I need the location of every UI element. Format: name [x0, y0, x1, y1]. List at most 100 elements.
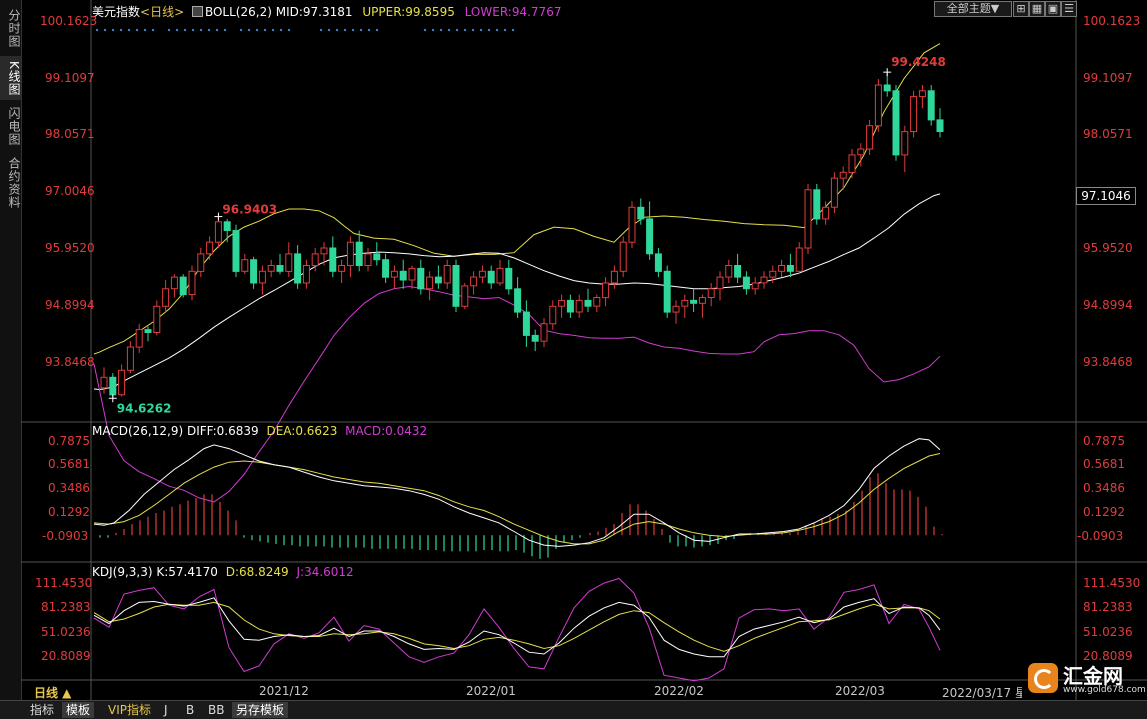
event-marker-dot [215, 28, 219, 32]
event-marker-dot [343, 28, 347, 32]
kdj-k: K:57.4170 [156, 565, 218, 579]
layout-grid-icon[interactable]: ⊞ [1013, 1, 1029, 17]
candle-body [602, 282, 610, 299]
macd-diff-line [93, 438, 941, 547]
event-marker-dot [119, 28, 123, 32]
event-marker-dot [479, 28, 483, 32]
price-label-right: 100.1623 [1083, 14, 1141, 28]
event-marker-dot [287, 28, 291, 32]
candle-body [584, 299, 592, 307]
candle-body [276, 265, 284, 272]
macd-label-left: 0.3486 [48, 481, 90, 495]
event-marker-dot [471, 28, 475, 32]
x-axis-label: 2022/03 [835, 684, 885, 698]
x-axis-label: 2021/12 [259, 684, 309, 698]
kdj-label-right: 111.4530 [1083, 576, 1141, 590]
theme-dropdown[interactable]: 全部主题▼ [934, 1, 1012, 17]
price-label-left: 99.1097 [45, 71, 95, 85]
candle-body [610, 270, 618, 284]
event-marker-dot [175, 28, 179, 32]
kdj-d: D:68.8249 [225, 565, 289, 579]
candle-body [443, 265, 451, 284]
candle-body [170, 276, 178, 290]
candle-body [540, 323, 548, 342]
kdj-label-right: 51.0236 [1083, 625, 1133, 639]
candle-body [593, 297, 601, 307]
candle-body [698, 297, 706, 304]
candle-body [267, 265, 275, 272]
macd-name: MACD(26,12,9) [92, 424, 184, 438]
candle-body [628, 206, 636, 243]
event-marker-dot [359, 28, 363, 32]
candle-body [162, 288, 170, 307]
event-marker-dot [255, 28, 259, 32]
event-marker-dot [191, 28, 195, 32]
event-marker-dot [167, 28, 171, 32]
layout-tile-icon[interactable]: ▦ [1029, 1, 1045, 17]
kdj-j-line [93, 577, 941, 682]
candle-body [126, 346, 134, 371]
macd-label-right: 0.7875 [1083, 434, 1125, 448]
kdj-header: KDJ(9,3,3) K:57.4170 D:68.8249 J:34.6012 [92, 565, 354, 579]
candle-body [258, 270, 266, 284]
candle-body [742, 276, 750, 290]
candle-body [241, 259, 249, 272]
macd-value: MACD:0.0432 [345, 424, 428, 438]
candle-body [153, 305, 161, 333]
candle-body [206, 241, 214, 255]
candle-body [294, 253, 302, 284]
candle-body [663, 270, 671, 313]
candle-body [118, 369, 126, 396]
tab-b[interactable]: B [182, 702, 198, 718]
event-marker-dot [223, 28, 227, 32]
macd-label-left: -0.0903 [42, 529, 89, 543]
chart-canvas[interactable]: 96.9403 99.4248 94.6262 [0, 0, 1147, 718]
candle-body [197, 253, 205, 272]
candle-body [839, 171, 847, 179]
tab-templates[interactable]: 模板 [62, 702, 95, 718]
save-template-button[interactable]: 另存模板 [232, 702, 289, 718]
boll-name: BOLL(26,2) [204, 5, 272, 19]
candle-body [223, 221, 231, 232]
chart-window: 分时图 K线图 闪电图 合约资料 96.9403 99.4248 94.6262 美… [0, 0, 1147, 719]
candle-body [813, 189, 821, 220]
candle-body [901, 131, 909, 156]
tab-bb[interactable]: BB [204, 702, 228, 718]
candle-body [566, 299, 574, 313]
candle-body [496, 267, 504, 284]
macd-label-right: 0.1292 [1083, 505, 1125, 519]
macd-diff: DIFF:0.6839 [186, 424, 259, 438]
last-price-tag: 97.1046 [1076, 187, 1136, 205]
candle-body [135, 329, 143, 348]
candle-body [637, 206, 645, 220]
layout-window-icon[interactable]: ▣ [1045, 1, 1061, 17]
candle-body [734, 265, 742, 278]
candle-body [214, 221, 222, 243]
macd-label-right: -0.0903 [1077, 529, 1124, 543]
candle-body [927, 90, 935, 121]
macd-dea-line [93, 453, 941, 545]
candle-body [848, 154, 856, 173]
event-marker-dot [103, 28, 107, 32]
tab-j[interactable]: J [160, 702, 172, 718]
candle-body [654, 253, 662, 272]
boll-lower: LOWER:94.7767 [464, 5, 562, 19]
event-marker-dot [207, 28, 211, 32]
period-selector[interactable]: 日线 ▲ [34, 684, 71, 701]
indicator-toggle-icon[interactable] [191, 6, 203, 17]
annotation-high-1: 96.9403 [222, 203, 277, 217]
candle-body [892, 90, 900, 156]
candle-body [716, 276, 724, 290]
candle-body [373, 253, 381, 261]
candle-body [487, 270, 495, 284]
kdj-label-right: 81.2383 [1083, 600, 1133, 614]
menu-icon[interactable]: ☰ [1061, 1, 1077, 17]
candle-body [575, 299, 583, 313]
event-marker-dot [439, 28, 443, 32]
event-marker-dot [143, 28, 147, 32]
tab-vip-indicators[interactable]: VIP指标 [104, 702, 155, 718]
candle-body [188, 270, 196, 296]
x-axis-label: 2022/02 [654, 684, 704, 698]
candle-body [725, 265, 733, 278]
tab-indicators[interactable]: 指标 [26, 702, 58, 718]
